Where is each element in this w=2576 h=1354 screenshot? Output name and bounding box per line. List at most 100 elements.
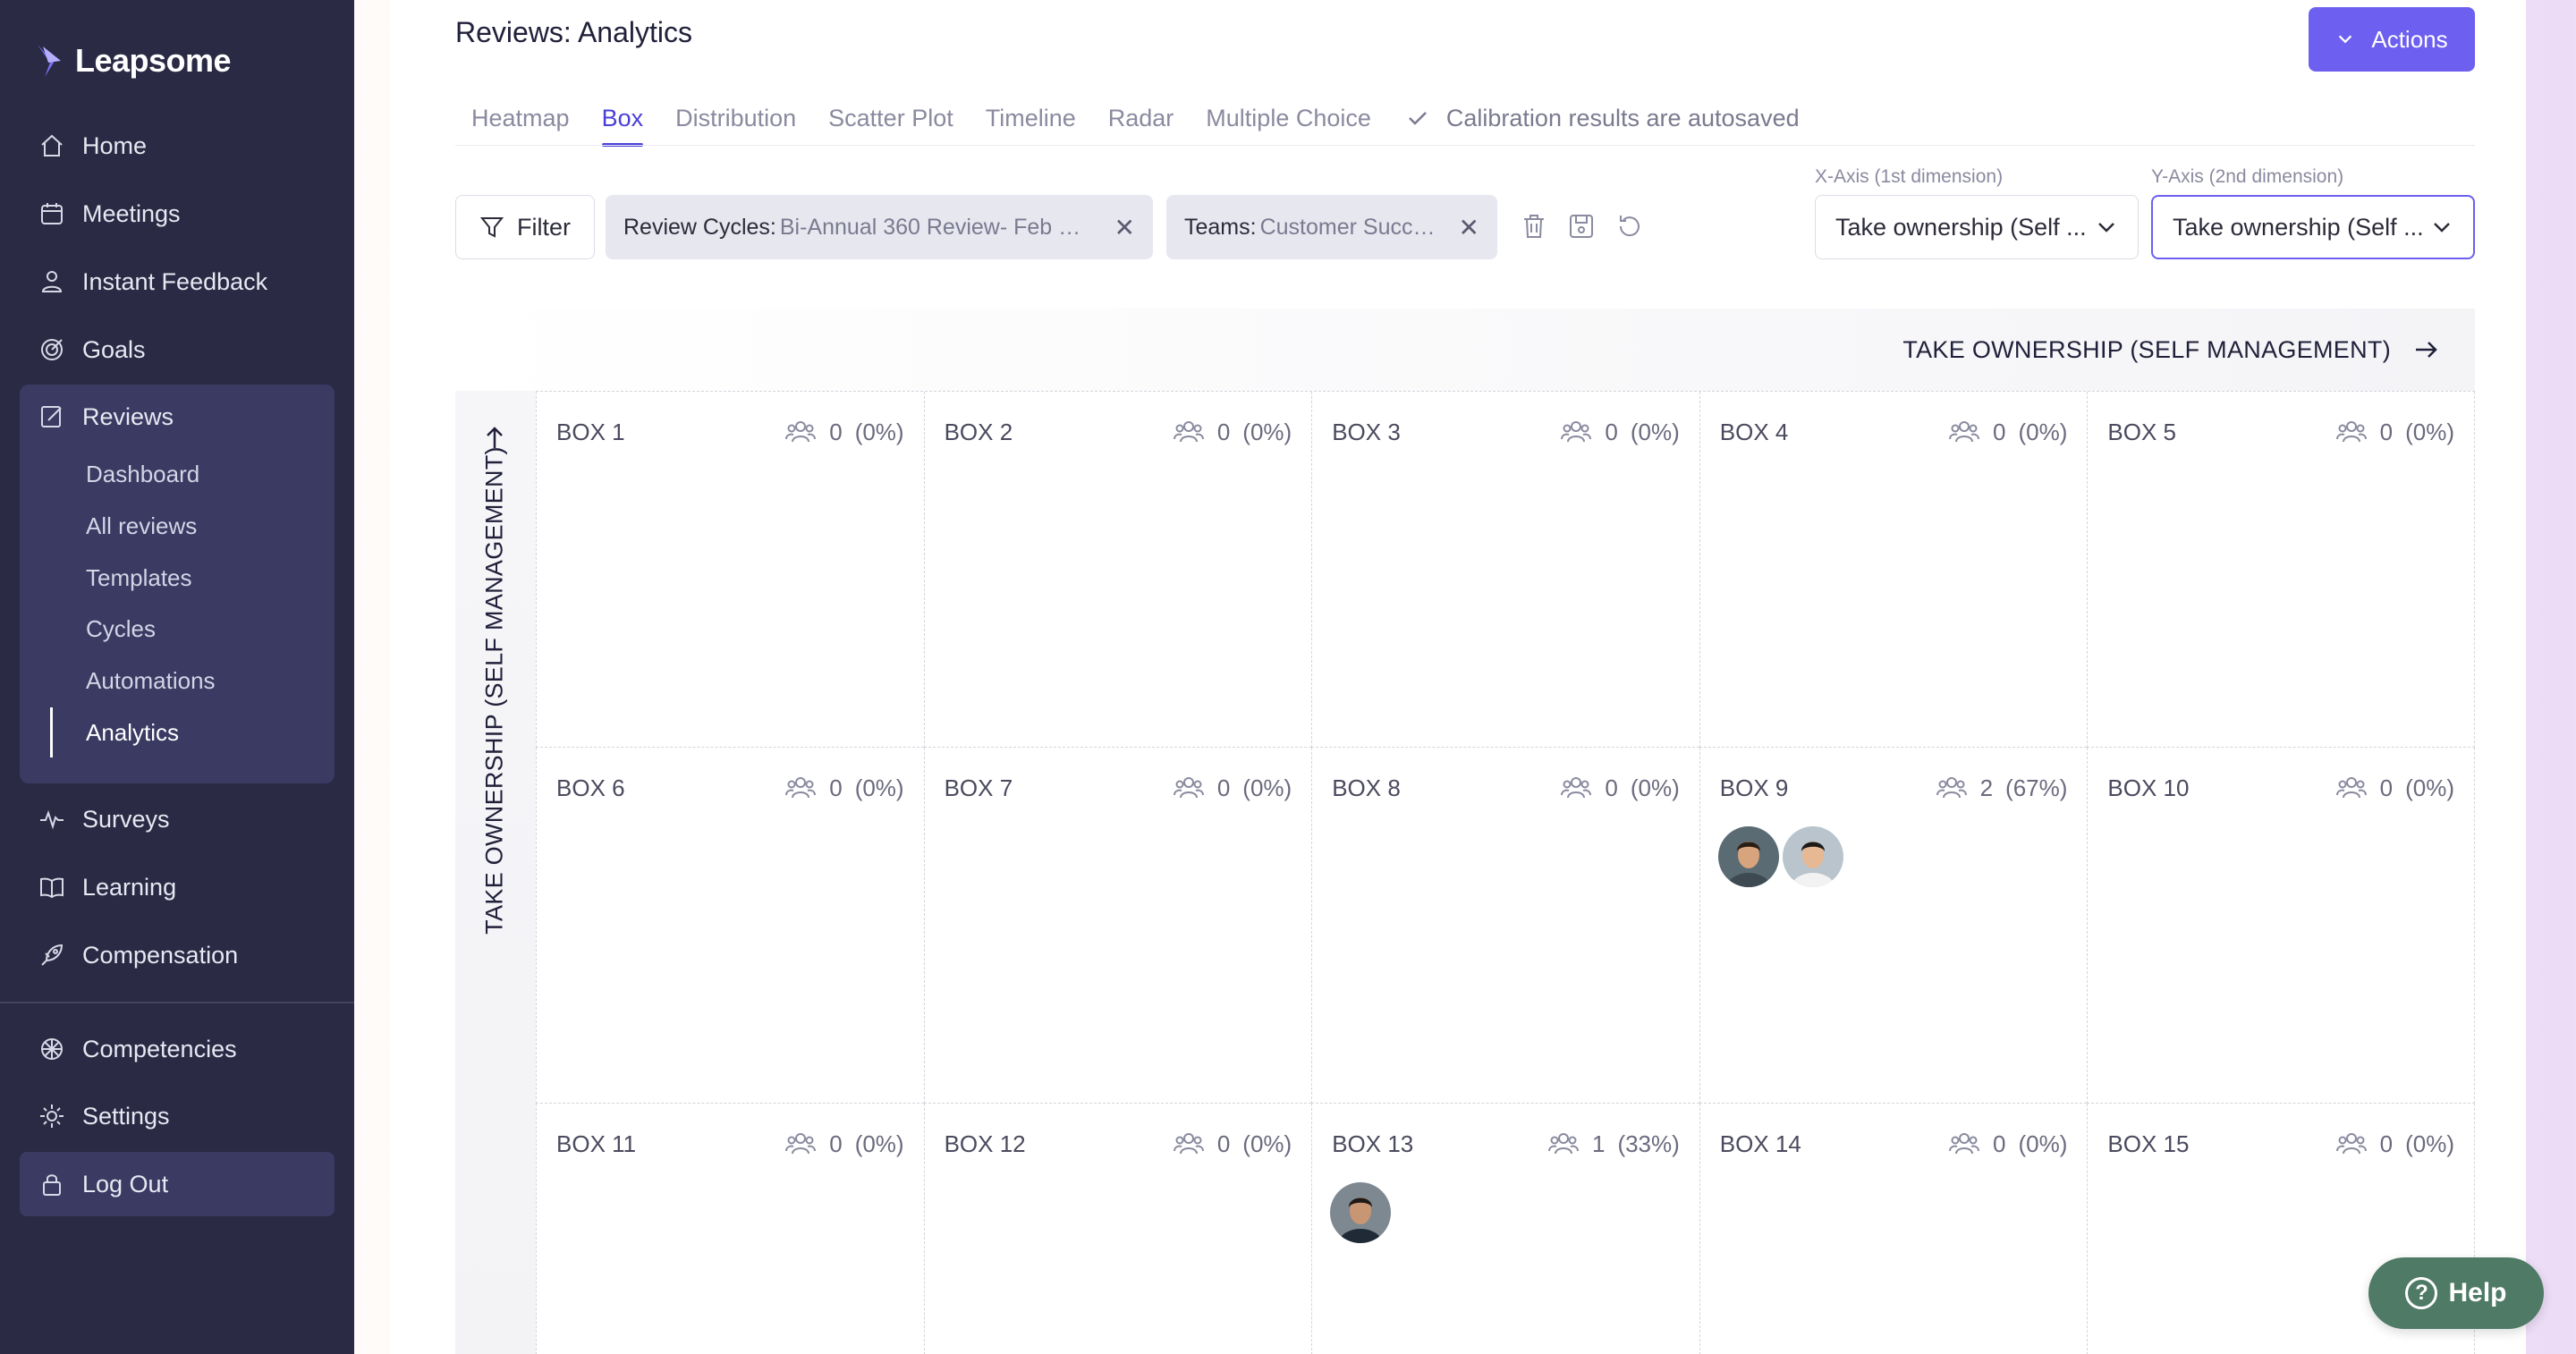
sidebar-subitem-automations[interactable]: Automations <box>86 663 216 698</box>
box-name: BOX 11 <box>556 1130 637 1157</box>
users-icon <box>1561 777 1592 799</box>
goals-icon <box>41 339 63 360</box>
box-count: 0 (0%) <box>784 1129 904 1159</box>
users-icon <box>1949 421 1980 443</box>
grid-box[interactable]: BOX 3 0 (0%) <box>1311 392 1699 748</box>
sidebar-item-label: Surveys <box>82 805 170 833</box>
box-count: 0 (0%) <box>1948 1129 2067 1159</box>
sidebar-item-settings[interactable]: Settings <box>38 1096 170 1136</box>
sidebar-subitem-cycles[interactable]: Cycles <box>86 611 156 647</box>
box-count-percent: (0%) <box>854 774 904 801</box>
x-axis-header: TAKE OWNERSHIP (SELF MANAGEMENT) <box>455 309 2475 391</box>
users-icon <box>2335 777 2367 799</box>
box-count-value: 1 <box>1591 1130 1606 1157</box>
grid-box[interactable]: BOX 9 2 (67%) <box>1699 748 2088 1104</box>
meetings-icon <box>41 203 63 224</box>
box-count-percent: (0%) <box>854 1130 904 1157</box>
sidebar-item-instant-feedback[interactable]: Instant Feedback <box>38 262 267 301</box>
box-count: 0 (0%) <box>1173 1129 1292 1159</box>
sidebar-subitem-dashboard[interactable]: Dashboard <box>86 456 199 492</box>
gear-icon <box>40 1104 64 1128</box>
sidebar-item-home[interactable]: Home <box>38 126 147 165</box>
y-axis-select[interactable]: Take ownership (Self ... <box>2151 195 2475 259</box>
grid-box[interactable]: BOX 12 0 (0%) <box>923 1104 1312 1354</box>
grid-box[interactable]: BOX 1 0 (0%) <box>536 392 924 748</box>
sidebar-subitem-templates[interactable]: Templates <box>86 560 192 596</box>
delete-filter-button[interactable] <box>1519 211 1549 241</box>
tab-timeline[interactable]: Timeline <box>970 89 1092 147</box>
box-name: BOX 9 <box>1719 774 1789 801</box>
sidebar-item-compensation[interactable]: Compensation <box>38 935 238 975</box>
reset-filter-button[interactable] <box>1614 211 1645 241</box>
grid-box[interactable]: BOX 11 0 (0%) <box>536 1104 924 1354</box>
box-count-value: 0 <box>2379 418 2394 445</box>
users-icon <box>1561 421 1592 443</box>
sidebar-item-meetings[interactable]: Meetings <box>38 194 181 233</box>
help-icon: ? <box>2405 1277 2438 1309</box>
tab-heatmap[interactable]: Heatmap <box>455 89 586 147</box>
tab-radar[interactable]: Radar <box>1092 89 1191 147</box>
tab-box[interactable]: Box <box>586 89 660 147</box>
actions-button[interactable]: Actions <box>2309 7 2475 72</box>
save-filter-button[interactable] <box>1566 211 1597 241</box>
grid-box[interactable]: BOX 10 0 (0%) <box>2087 748 2475 1104</box>
avatar[interactable] <box>1330 1182 1392 1243</box>
autosave-status: Calibration results are autosaved <box>1405 105 1800 132</box>
sidebar-subitem-analytics[interactable]: Analytics <box>86 715 179 750</box>
grid-box[interactable]: BOX 7 0 (0%) <box>923 748 1312 1104</box>
box-count-value: 0 <box>2379 774 2394 801</box>
filter-label: Filter <box>517 213 571 241</box>
box-count: 0 (0%) <box>784 417 904 447</box>
chevron-down-icon <box>2434 223 2450 233</box>
page-title: Reviews: Analytics <box>455 16 692 48</box>
grid-box[interactable]: BOX 6 0 (0%) <box>536 748 924 1104</box>
sidebar-item-label: Home <box>82 131 148 159</box>
close-icon[interactable]: ✕ <box>1459 213 1479 242</box>
tab-distribution[interactable]: Distribution <box>659 89 812 147</box>
sidebar-item-label: Reviews <box>82 402 174 430</box>
box-count-value: 0 <box>829 774 843 801</box>
sidebar-item-label: Goals <box>82 335 146 363</box>
sidebar-item-surveys[interactable]: Surveys <box>38 800 170 839</box>
x-axis-select[interactable]: Take ownership (Self ... <box>1815 195 2139 259</box>
y-axis-value: Take ownership (Self ... <box>2173 213 2424 241</box>
filter-icon <box>479 217 504 238</box>
grid-box[interactable]: BOX 4 0 (0%) <box>1699 392 2088 748</box>
sidebar-item-goals[interactable]: Goals <box>38 330 146 369</box>
grid-box[interactable]: BOX 13 1 (33%) <box>1311 1104 1699 1354</box>
home-icon <box>41 134 63 157</box>
leapsome-logo[interactable]: Leapsome <box>36 39 232 82</box>
users-icon <box>1173 421 1204 443</box>
sidebar-item-reviews[interactable]: Reviews <box>38 397 174 436</box>
grid-box[interactable]: BOX 8 0 (0%) <box>1311 748 1699 1104</box>
grid-box[interactable]: BOX 14 0 (0%) <box>1699 1104 2088 1354</box>
users-icon <box>785 421 817 443</box>
box-count-value: 0 <box>1605 418 1618 445</box>
tab-scatter-plot[interactable]: Scatter Plot <box>812 89 970 147</box>
sidebar-item-learning[interactable]: Learning <box>38 867 176 907</box>
sidebar-item-label: Log Out <box>82 1170 169 1197</box>
filter-chip-review-cycles[interactable]: Review Cycles: Bi-Annual 360 Review- Feb… <box>606 195 1153 259</box>
reset-icon <box>1619 216 1640 237</box>
sidebar-subitem-all-reviews[interactable]: All reviews <box>86 508 197 544</box>
box-count-value: 2 <box>1979 774 1994 801</box>
avatar[interactable] <box>1782 826 1843 887</box>
grid-box[interactable]: BOX 5 0 (0%) <box>2087 392 2475 748</box>
sidebar-item-competencies[interactable]: Competencies <box>38 1029 237 1069</box>
help-button[interactable]: ? Help <box>2368 1257 2544 1329</box>
box-count-percent: (0%) <box>1242 418 1292 445</box>
grid-box[interactable]: BOX 2 0 (0%) <box>923 392 1312 748</box>
tab-multiple-choice[interactable]: Multiple Choice <box>1190 89 1387 147</box>
main-content: Reviews: Analytics Actions Heatmap Box D… <box>390 0 2526 1354</box>
avatar[interactable] <box>1717 826 1779 887</box>
sidebar-item-logout[interactable]: Log Out <box>38 1164 168 1204</box>
box-count-percent: (0%) <box>2405 774 2454 801</box>
filter-button[interactable]: Filter <box>455 195 595 259</box>
box-count-value: 0 <box>1216 774 1231 801</box>
box-name: BOX 2 <box>944 419 1013 445</box>
box-count-percent: (33%) <box>1617 1130 1680 1157</box>
filter-chip-teams[interactable]: Teams: Customer Success ✕ <box>1166 195 1497 259</box>
close-icon[interactable]: ✕ <box>1114 213 1135 242</box>
sidebar-divider <box>0 1002 354 1003</box>
box-count-value: 0 <box>829 1130 843 1157</box>
